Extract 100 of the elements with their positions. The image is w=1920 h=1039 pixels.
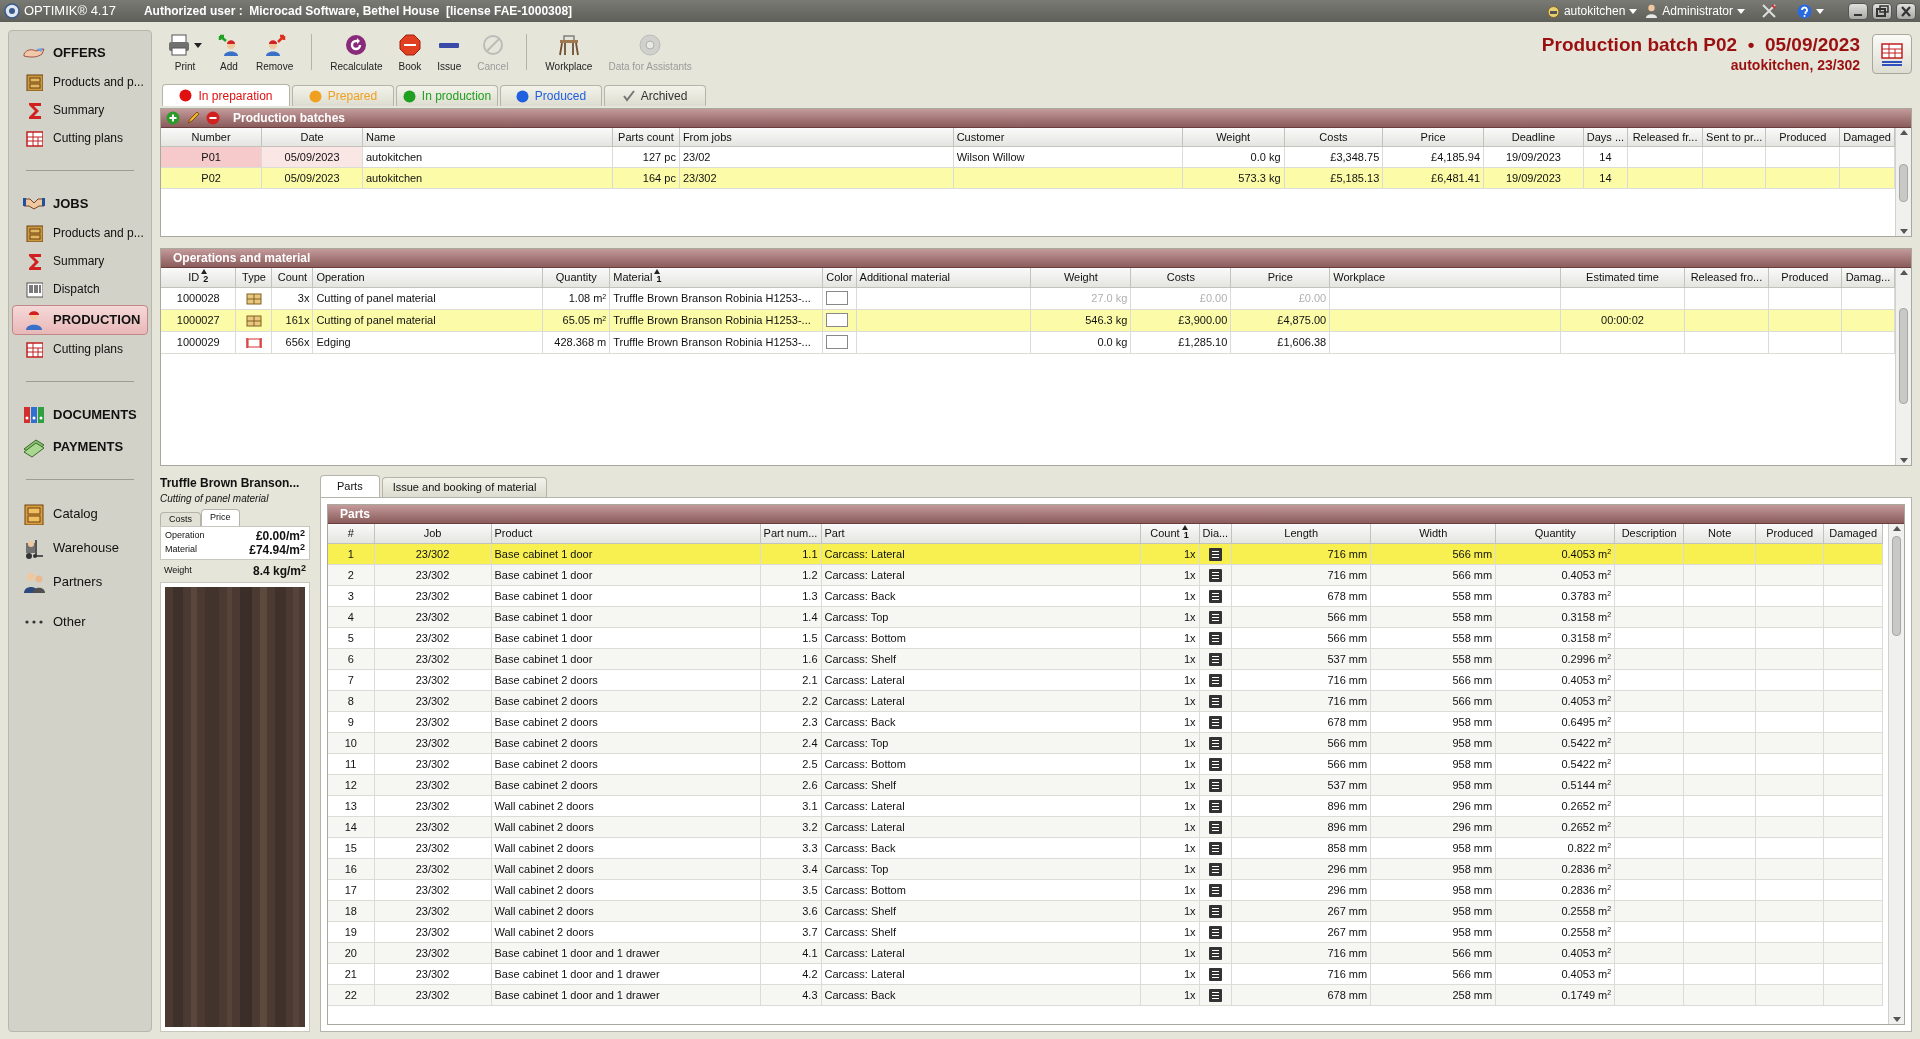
diagram-button[interactable]: [1208, 820, 1222, 834]
scroll-thumb[interactable]: [1892, 536, 1901, 636]
column-header[interactable]: Note: [1683, 524, 1756, 543]
color-swatch[interactable]: [826, 291, 849, 305]
table-row[interactable]: 1000029 656x Edging 428.368 m Truffle Brown Branson Robinia H1253-... 0.0 kg £1,285.10 £1,606.38: [161, 331, 1895, 353]
user-menu[interactable]: Administrator: [1645, 2, 1745, 20]
material-tab[interactable]: Costs: [160, 512, 201, 526]
diagram-button[interactable]: [1208, 904, 1222, 918]
diagram-button[interactable]: [1208, 631, 1222, 645]
column-header[interactable]: Sent to pr...: [1702, 128, 1766, 146]
column-header[interactable]: Name: [362, 128, 613, 146]
sidebar-item[interactable]: Partners: [12, 565, 148, 599]
settings-button[interactable]: [1761, 3, 1777, 19]
status-tab[interactable]: In preparation: [162, 84, 290, 106]
column-header[interactable]: Damag...: [1841, 268, 1895, 287]
diagram-button[interactable]: [1208, 673, 1222, 687]
detail-tab[interactable]: Parts: [320, 475, 380, 497]
table-row[interactable]: 5 23/302 Base cabinet 1 door 1.5 Carcass: Bottom 1x 566 mm 558 mm 0.3158 m$^{2}$: [328, 627, 1883, 648]
column-header[interactable]: Quantity: [542, 268, 610, 287]
section-link[interactable]: PAYMENTS: [12, 432, 148, 462]
table-row[interactable]: 14 23/302 Wall cabinet 2 doors 3.2 Carcass: Lateral 1x 896 mm 296 mm 0.2652 m$^{2}$: [328, 816, 1883, 837]
color-swatch[interactable]: [826, 313, 849, 327]
section-link[interactable]: DOCUMENTS: [12, 400, 148, 430]
scrollbar[interactable]: [1895, 128, 1911, 236]
column-header[interactable]: Number: [161, 128, 262, 146]
table-row[interactable]: 4 23/302 Base cabinet 1 door 1.4 Carcass: Top 1x 566 mm 558 mm 0.3158 m$^{2}$: [328, 606, 1883, 627]
column-header[interactable]: Part num...: [760, 524, 821, 543]
sidebar-item[interactable]: Cutting plans: [12, 124, 148, 152]
column-header[interactable]: Dia...: [1199, 524, 1232, 543]
sidebar-item[interactable]: Summary: [12, 247, 148, 275]
status-tab[interactable]: Archived: [604, 85, 706, 106]
column-header[interactable]: Estimated time: [1560, 268, 1685, 287]
column-header[interactable]: Operation: [312, 268, 543, 287]
diagram-button[interactable]: [1208, 736, 1222, 750]
diagram-button[interactable]: [1208, 862, 1222, 876]
column-header[interactable]: Length: [1231, 524, 1371, 543]
minimize-button[interactable]: [1848, 2, 1868, 20]
toolbar-button[interactable]: Book: [390, 30, 430, 74]
material-tab[interactable]: Price: [201, 509, 240, 526]
sidebar-item[interactable]: Summary: [12, 96, 148, 124]
column-header[interactable]: Price: [1382, 128, 1484, 146]
column-header[interactable]: Produced: [1768, 268, 1842, 287]
diagram-button[interactable]: [1208, 883, 1222, 897]
column-header[interactable]: Damaged: [1839, 128, 1895, 146]
column-header[interactable]: ID 2: [161, 268, 236, 287]
diagram-button[interactable]: [1208, 547, 1222, 561]
diagram-button[interactable]: [1208, 652, 1222, 666]
section-link[interactable]: OFFERS: [12, 38, 148, 68]
column-header[interactable]: Weight: [1182, 128, 1284, 146]
scroll-thumb[interactable]: [1899, 164, 1908, 202]
diagram-button[interactable]: [1208, 778, 1222, 792]
diagram-button[interactable]: [1208, 799, 1222, 813]
column-header[interactable]: From jobs: [679, 128, 954, 146]
column-header[interactable]: Costs: [1130, 268, 1231, 287]
column-header[interactable]: Additional material: [856, 268, 1031, 287]
table-row[interactable]: 13 23/302 Wall cabinet 2 doors 3.1 Carcass: Lateral 1x 896 mm 296 mm 0.2652 m$^{2}$: [328, 795, 1883, 816]
column-header[interactable]: Type: [235, 268, 272, 287]
add-button[interactable]: [165, 110, 181, 126]
toolbar-button[interactable]: Remove: [248, 30, 302, 74]
table-row[interactable]: 17 23/302 Wall cabinet 2 doors 3.5 Carcass: Bottom 1x 296 mm 958 mm 0.2836 m$^{2}$: [328, 879, 1883, 900]
column-header[interactable]: Price: [1230, 268, 1330, 287]
sidebar-item[interactable]: Warehouse: [12, 531, 148, 565]
diagram-button[interactable]: [1208, 967, 1222, 981]
toolbar-button[interactable]: Issue: [429, 30, 470, 74]
table-row[interactable]: 15 23/302 Wall cabinet 2 doors 3.3 Carcass: Back 1x 858 mm 958 mm 0.822 m$^{2}$: [328, 837, 1883, 858]
sidebar-item[interactable]: Other: [12, 605, 148, 639]
toolbar-button[interactable]: Workplace: [537, 30, 601, 74]
column-header[interactable]: Workplace: [1329, 268, 1561, 287]
remove-button[interactable]: [205, 110, 221, 126]
sidebar-item[interactable]: Cutting plans: [12, 335, 148, 363]
diagram-button[interactable]: [1208, 946, 1222, 960]
diagram-button[interactable]: [1208, 568, 1222, 582]
sidebar-item[interactable]: Catalog: [12, 497, 148, 531]
section-link[interactable]: JOBS: [12, 189, 148, 219]
table-row[interactable]: 9 23/302 Base cabinet 2 doors 2.3 Carcass: Back 1x 678 mm 958 mm 0.6495 m$^{2}$: [328, 711, 1883, 732]
table-row[interactable]: 8 23/302 Base cabinet 2 doors 2.2 Carcass: Lateral 1x 716 mm 566 mm 0.4053 m$^{2}$: [328, 690, 1883, 711]
close-button[interactable]: [1896, 2, 1916, 20]
column-header[interactable]: Produced: [1755, 524, 1824, 543]
toolbar-button[interactable]: Recalculate: [322, 30, 391, 74]
column-header[interactable]: Width: [1370, 524, 1496, 543]
table-row[interactable]: 6 23/302 Base cabinet 1 door 1.6 Carcass: Shelf 1x 537 mm 558 mm 0.2996 m$^{2}$: [328, 648, 1883, 669]
diagram-button[interactable]: [1208, 589, 1222, 603]
table-row[interactable]: 22 23/302 Base cabinet 1 door and 1 drawer 4.3 Carcass: Back 1x 678 mm 258 mm 0.1749 m$^{2}$: [328, 984, 1883, 1005]
column-header[interactable]: Parts count: [612, 128, 680, 146]
column-header[interactable]: Job: [374, 524, 491, 543]
table-row[interactable]: 16 23/302 Wall cabinet 2 doors 3.4 Carcass: Top 1x 296 mm 958 mm 0.2836 m$^{2}$: [328, 858, 1883, 879]
column-header[interactable]: Released fro...: [1684, 268, 1769, 287]
table-row[interactable]: 20 23/302 Base cabinet 1 door and 1 drawer 4.1 Carcass: Lateral 1x 716 mm 566 mm 0.4053 m$^{2}$: [328, 942, 1883, 963]
diagram-button[interactable]: [1208, 694, 1222, 708]
diagram-button[interactable]: [1208, 715, 1222, 729]
table-row[interactable]: 18 23/302 Wall cabinet 2 doors 3.6 Carcass: Shelf 1x 267 mm 958 mm 0.2558 m$^{2}$: [328, 900, 1883, 921]
color-swatch[interactable]: [826, 335, 849, 349]
help-menu[interactable]: [1797, 3, 1824, 19]
column-header[interactable]: Color: [822, 268, 857, 287]
edit-button[interactable]: [185, 110, 201, 126]
table-row[interactable]: 1000028 3x Cutting of panel material 1.08 m$^{2}$ Truffle Brown Branson Robinia H1253-... 27.0 kg £0.00 £0.00: [161, 287, 1895, 309]
diagram-button[interactable]: [1208, 610, 1222, 624]
table-row[interactable]: 3 23/302 Base cabinet 1 door 1.3 Carcass: Back 1x 678 mm 558 mm 0.3783 m$^{2}$: [328, 585, 1883, 606]
table-row[interactable]: 7 23/302 Base cabinet 2 doors 2.1 Carcass: Lateral 1x 716 mm 566 mm 0.4053 m$^{2}$: [328, 669, 1883, 690]
table-row[interactable]: 2 23/302 Base cabinet 1 door 1.2 Carcass: Lateral 1x 716 mm 566 mm 0.4053 m$^{2}$: [328, 564, 1883, 585]
